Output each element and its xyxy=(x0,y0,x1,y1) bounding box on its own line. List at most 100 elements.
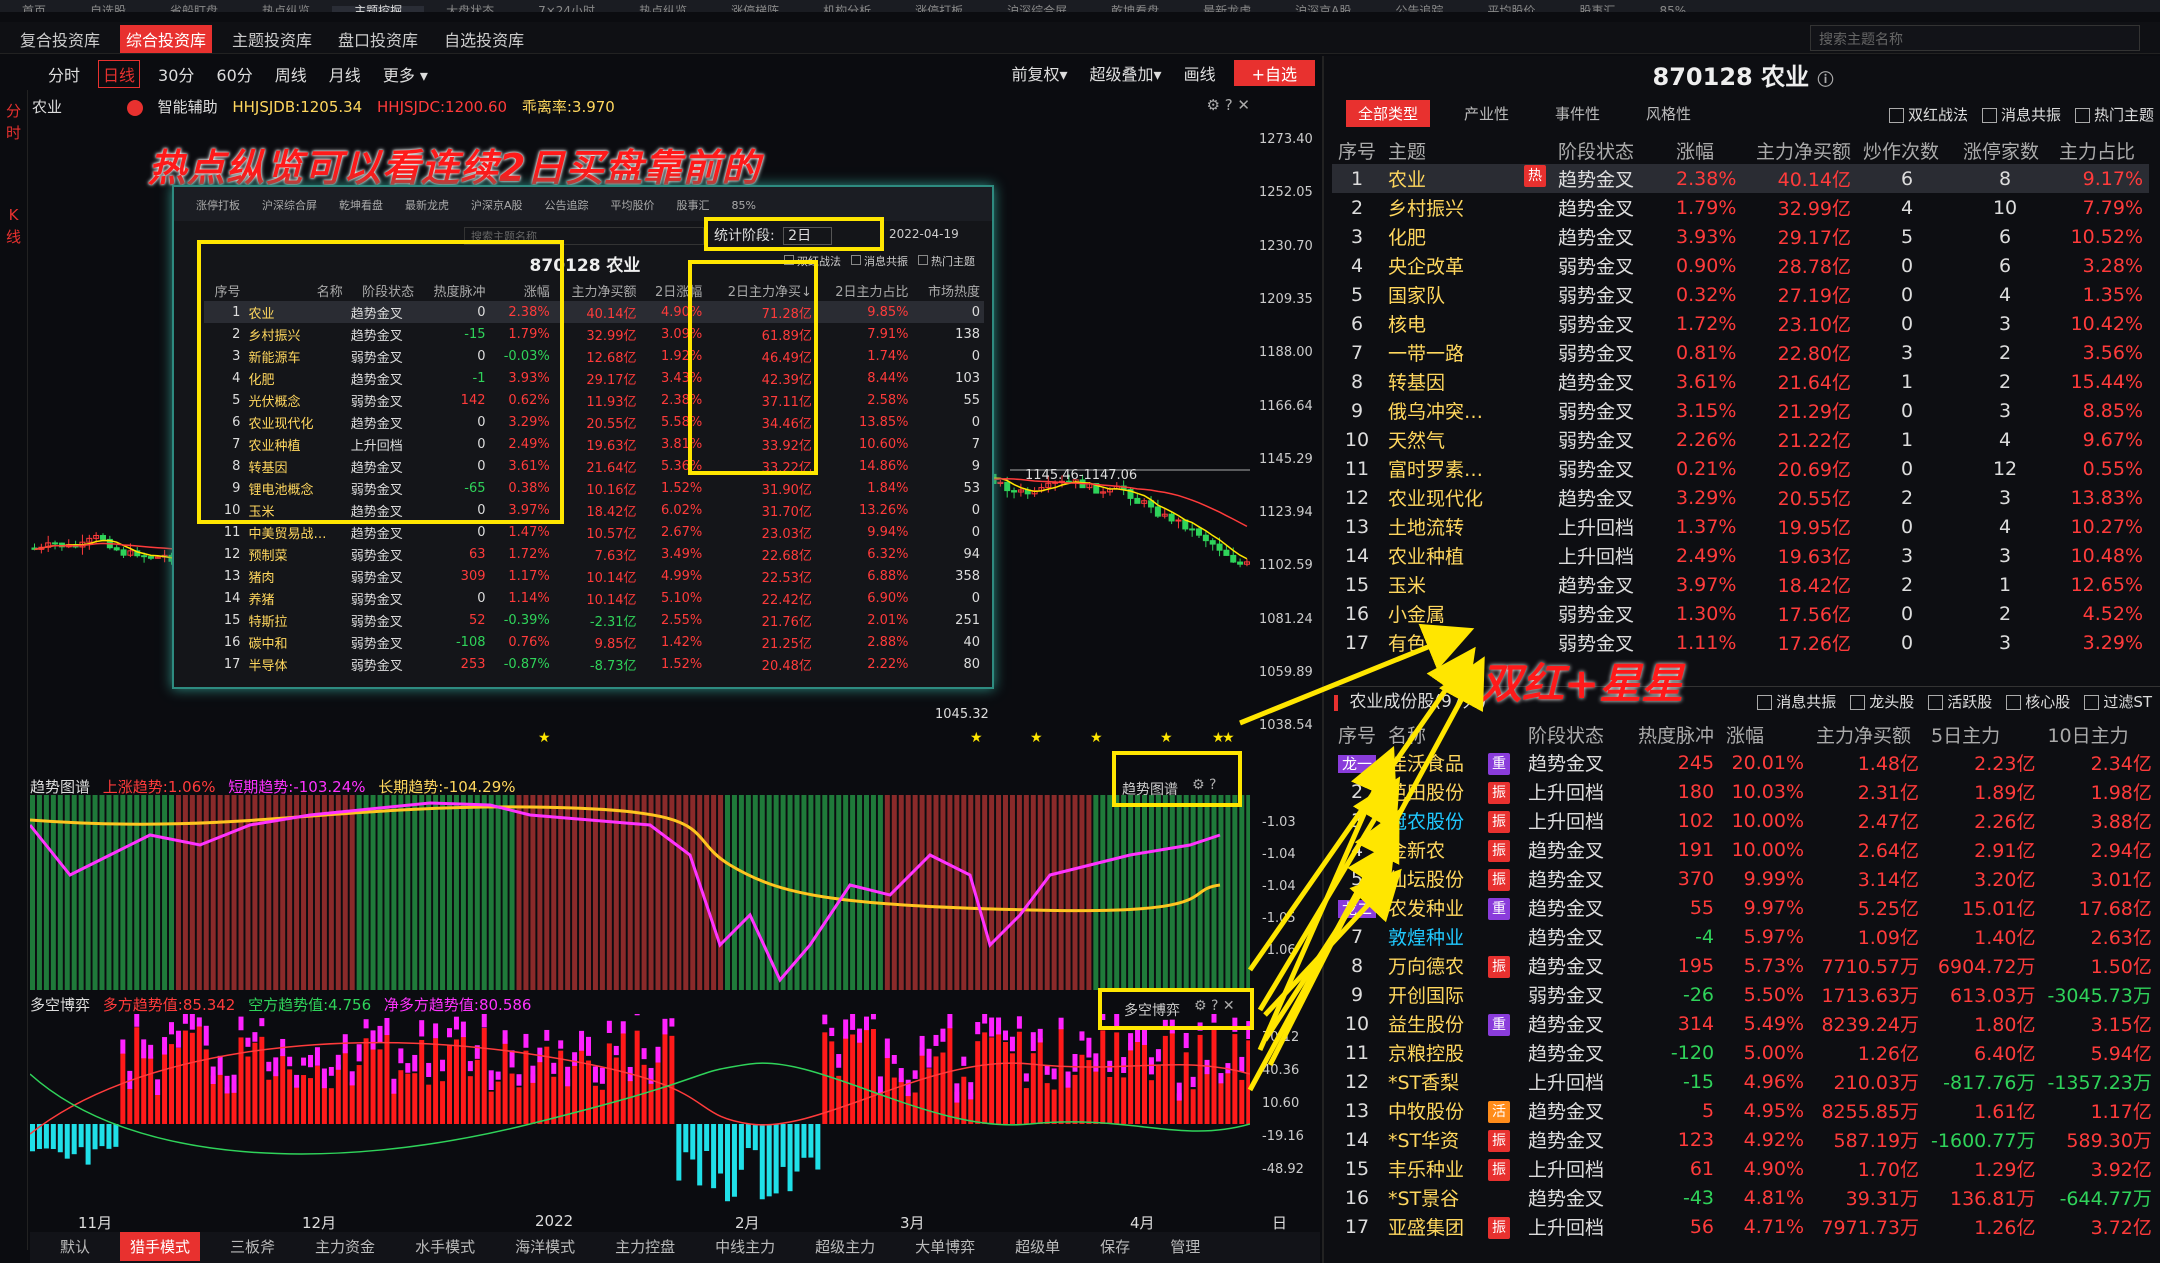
theme-row[interactable]: 17 有色 弱势金叉 1.11% 17.26亿 0 3 3.29% xyxy=(1332,628,2149,657)
checkbox-box[interactable] xyxy=(2006,695,2022,710)
stock-column-header[interactable]: 热度脉冲 xyxy=(1632,720,1720,748)
indicator-template-tab[interactable]: 猎手模式 xyxy=(120,1232,201,1261)
stock-row[interactable]: 17 亚盛集团振上升回档 56 4.71% 7971.73万 1.26亿 3.72亿 xyxy=(1332,1212,2158,1241)
theme-row[interactable]: 13 土地流转 上升回档 1.37% 19.95亿 0 4 10.27% xyxy=(1332,512,2149,541)
popup-tab[interactable]: 乾坤看盘 xyxy=(339,199,383,212)
top-nav-item[interactable]: 大盘状态 xyxy=(424,5,516,12)
stock-column-header[interactable]: 主力净买额 xyxy=(1810,720,1925,748)
stock-row[interactable]: 5 仙坛股份振趋势金叉 370 9.99% 3.14亿 3.20亿 3.01亿 xyxy=(1332,864,2158,893)
tab-intraday[interactable]: 分时 xyxy=(0,100,27,144)
popup-tab[interactable]: 沪深综合屏 xyxy=(262,199,317,212)
popup-row[interactable]: 14 养猪 弱势金叉 0 1.14% 10.14亿 5.10% 22.42亿 6.90% 0 xyxy=(204,587,984,609)
stock-row[interactable]: 龙一 佳沃食品重趋势金叉 245 20.01% 1.48亿 2.23亿 2.34亿 xyxy=(1332,748,2158,777)
theme-row[interactable]: 12 农业现代化 趋势金叉 3.29% 20.55亿 2 3 13.83% xyxy=(1332,483,2149,512)
stock-name[interactable]: 冠农股份 xyxy=(1382,806,1482,835)
stock-column-header[interactable]: 5日主力 xyxy=(1925,720,2041,748)
stock-row[interactable]: 15 丰乐种业振上升回档 61 4.90% 1.70亿 1.29亿 3.92亿 xyxy=(1332,1154,2158,1183)
stock-name[interactable]: 芭田股份 xyxy=(1382,777,1482,806)
top-nav-item[interactable]: 首页 xyxy=(0,5,68,12)
checkbox-box[interactable] xyxy=(1981,108,1997,123)
theme-row[interactable]: 3 化肥 趋势金叉 3.93% 29.17亿 5 6 10.52% xyxy=(1332,222,2149,251)
theme-name[interactable]: 玉米 xyxy=(1382,570,1552,599)
popup-row[interactable]: 13 猪肉 弱势金叉 309 1.17% 10.14亿 4.99% 22.53亿 6.88% 35… xyxy=(204,565,984,587)
theme-name[interactable]: 农业种植 xyxy=(1382,541,1552,570)
top-nav-item[interactable]: 热点纵览 xyxy=(240,5,332,12)
theme-row[interactable]: 8 转基因 趋势金叉 3.61% 21.64亿 1 2 15.44% xyxy=(1332,367,2149,396)
indicator-template-tab[interactable]: 主力控盘 xyxy=(605,1232,685,1261)
stock-row[interactable]: 8 万向德农振趋势金叉 195 5.73% 7710.57万 6904.72万 1.50亿 xyxy=(1332,951,2158,980)
theme-column-header[interactable]: 主题 xyxy=(1382,136,1552,164)
popup-column-header[interactable]: 市场热度 xyxy=(913,279,984,301)
top-nav-item[interactable]: 主题挖掘 xyxy=(332,5,425,12)
theme-row[interactable]: 14 农业种植 上升回档 2.49% 19.63亿 3 3 10.48% xyxy=(1332,541,2149,570)
theme-row[interactable]: 10 天然气 弱势金叉 2.26% 21.22亿 1 4 9.67% xyxy=(1332,425,2149,454)
theme-row[interactable]: 1 农业 热趋势金叉 2.38% 40.14亿 6 8 9.17% xyxy=(1332,164,2150,193)
stock-checkbox[interactable]: 核心股 xyxy=(2006,691,2070,712)
theme-column-header[interactable]: 阶段状态 xyxy=(1552,136,1670,164)
stock-name[interactable]: *ST香梨 xyxy=(1382,1067,1482,1096)
theme-name[interactable]: 农业现代化 xyxy=(1382,483,1552,512)
indicator-template-tab[interactable]: 超级主力 xyxy=(805,1232,885,1261)
theme-checkbox[interactable]: 双红战法 xyxy=(1888,104,1968,125)
popup-tab[interactable]: 85% xyxy=(732,199,756,212)
bull-bear-tag-box[interactable]: 多空博弈 ⚙ ? ✕ xyxy=(1098,988,1254,1030)
period-tab[interactable]: 更多 ▾ xyxy=(379,61,432,87)
popup-tab[interactable]: 公告追踪 xyxy=(545,199,589,212)
theme-name[interactable]: 俄乌冲突… xyxy=(1382,396,1552,425)
indicator-template-tab[interactable]: 中线主力 xyxy=(705,1232,785,1261)
theme-column-header[interactable]: 主力占比 xyxy=(2053,136,2149,164)
stock-row[interactable]: 16 *ST景谷 趋势金叉 -43 4.81% 39.31万 136.81万 -644.77万 xyxy=(1332,1183,2158,1212)
theme-name[interactable]: 央企改革 xyxy=(1382,251,1552,280)
tab-kline[interactable]: K线 xyxy=(0,204,27,248)
popup-column-header[interactable]: 主力净买额 xyxy=(554,279,641,301)
popup-tab[interactable]: 涨停打板 xyxy=(196,199,240,212)
stock-row[interactable]: 4 金新农振趋势金叉 191 10.00% 2.64亿 2.91亿 2.94亿 xyxy=(1332,835,2158,864)
toolbar-option[interactable]: 前复权▾ xyxy=(1007,60,1071,86)
theme-column-header[interactable]: 主力净买额 xyxy=(1750,136,1857,164)
add-watchlist-button[interactable]: +自选 xyxy=(1233,60,1315,86)
theme-column-header[interactable]: 序号 xyxy=(1332,136,1382,164)
stock-column-header[interactable]: 名称 xyxy=(1382,720,1482,748)
popup-tab[interactable]: 最新龙虎 xyxy=(405,199,449,212)
trend-tag-icons[interactable]: ⚙ ? xyxy=(1192,777,1216,793)
checkbox-box[interactable] xyxy=(1928,695,1944,710)
top-nav-item[interactable]: 涨停梯阵 xyxy=(709,5,801,12)
stock-name[interactable]: 丰乐种业 xyxy=(1382,1154,1482,1183)
library-tab[interactable]: 自选投资库 xyxy=(438,25,530,53)
theme-name[interactable]: 小金属 xyxy=(1382,599,1552,628)
theme-column-header[interactable]: 涨幅 xyxy=(1670,136,1750,164)
stock-column-header[interactable]: 序号 xyxy=(1332,720,1382,748)
indicator-template-tab[interactable]: 大单博弈 xyxy=(905,1232,985,1261)
popup-row[interactable]: 12 预制菜 弱势金叉 63 1.72% 7.63亿 3.49% 22.68亿 6.32% 94 xyxy=(204,543,984,565)
theme-column-header[interactable]: 涨停家数 xyxy=(1957,136,2053,164)
theme-type-filter[interactable]: 风格性 xyxy=(1634,100,1703,127)
stock-name[interactable]: *ST华资 xyxy=(1382,1125,1482,1154)
top-nav-item[interactable]: 85% xyxy=(1637,5,1708,12)
theme-name[interactable]: 国家队 xyxy=(1382,280,1552,309)
stock-column-header[interactable]: 阶段状态 xyxy=(1522,720,1632,748)
stock-row[interactable]: 龙二 农发种业重趋势金叉 55 9.97% 5.25亿 15.01亿 17.68亿 xyxy=(1332,893,2158,922)
popup-row[interactable]: 17 半导体 弱势金叉 253 -0.87% -8.73亿 1.52% 20.48亿 2.22%… xyxy=(204,653,984,675)
trend-indicator-tag-box[interactable]: 趋势图谱 ⚙ ? xyxy=(1112,751,1242,807)
theme-name[interactable]: 一带一路 xyxy=(1382,338,1552,367)
theme-type-filter[interactable]: 产业性 xyxy=(1452,100,1521,127)
theme-column-header[interactable]: 炒作次数 xyxy=(1857,136,1957,164)
bull-bear-chart[interactable] xyxy=(30,1014,1250,1210)
top-nav-item[interactable]: 自选股 xyxy=(68,5,148,12)
top-nav-item[interactable]: 沪深京A股 xyxy=(1273,5,1373,12)
stock-name[interactable]: 京粮控股 xyxy=(1382,1038,1482,1067)
theme-row[interactable]: 2 乡村振兴 趋势金叉 1.79% 32.99亿 4 10 7.79% xyxy=(1332,193,2149,222)
popup-date[interactable]: 2022-04-19 xyxy=(889,227,959,241)
indicator-template-tab[interactable]: 主力资金 xyxy=(305,1232,385,1261)
top-nav-item[interactable]: 最新龙虎 xyxy=(1181,5,1273,12)
indicator-template-tab[interactable]: 超级单 xyxy=(1005,1232,1070,1261)
theme-row[interactable]: 11 富时罗素… 弱势金叉 0.21% 20.69亿 0 12 0.55% xyxy=(1332,454,2149,483)
stock-name[interactable]: 敦煌种业 xyxy=(1382,922,1482,951)
indicator-template-tab[interactable]: 默认 xyxy=(50,1232,100,1261)
stock-name[interactable]: 益生股份 xyxy=(1382,1009,1482,1038)
stat-period-box[interactable]: 统计阶段: 2日 xyxy=(704,217,884,251)
stock-name[interactable]: 中牧股份 xyxy=(1382,1096,1482,1125)
stock-checkbox[interactable]: 龙头股 xyxy=(1850,691,1914,712)
stock-column-header[interactable]: 10日主力 xyxy=(2041,720,2157,748)
stat-value[interactable]: 2日 xyxy=(783,227,833,245)
